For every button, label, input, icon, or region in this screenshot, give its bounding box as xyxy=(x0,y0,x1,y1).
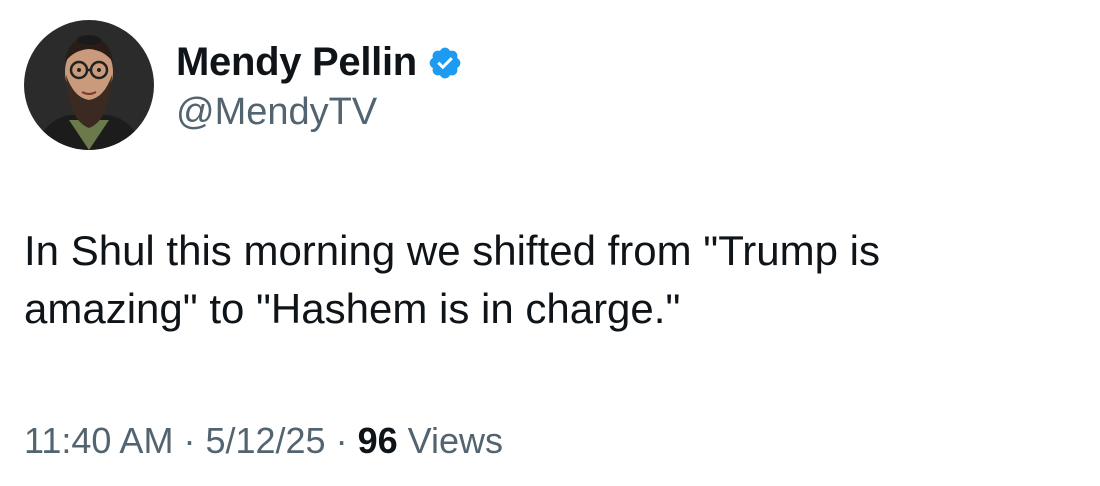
name-row: Mendy Pellin xyxy=(176,37,463,89)
tweet-timestamp[interactable]: 11:40 AM xyxy=(24,420,173,462)
views-label: Views xyxy=(407,420,503,461)
author-identity: Mendy Pellin @MendyTV xyxy=(176,37,463,134)
meta-separator: · xyxy=(335,420,348,461)
meta-separator: · xyxy=(183,420,196,461)
author-display-name[interactable]: Mendy Pellin xyxy=(176,40,417,85)
verified-badge-icon[interactable] xyxy=(427,45,463,81)
views-count: 96 xyxy=(357,420,398,461)
tweet-meta: 11:40 AM · 5/12/25 · 96 Views xyxy=(24,420,503,462)
author-handle[interactable]: @MendyTV xyxy=(176,91,463,134)
avatar-photo-icon xyxy=(24,20,154,150)
tweet-card: Mendy Pellin @MendyTV In Shul this morni… xyxy=(0,0,1100,486)
tweet-text: In Shul this morning we shifted from "Tr… xyxy=(24,227,880,332)
author-avatar[interactable] xyxy=(24,20,154,150)
tweet-date[interactable]: 5/12/25 xyxy=(205,420,325,462)
tweet-header: Mendy Pellin @MendyTV xyxy=(24,20,463,150)
